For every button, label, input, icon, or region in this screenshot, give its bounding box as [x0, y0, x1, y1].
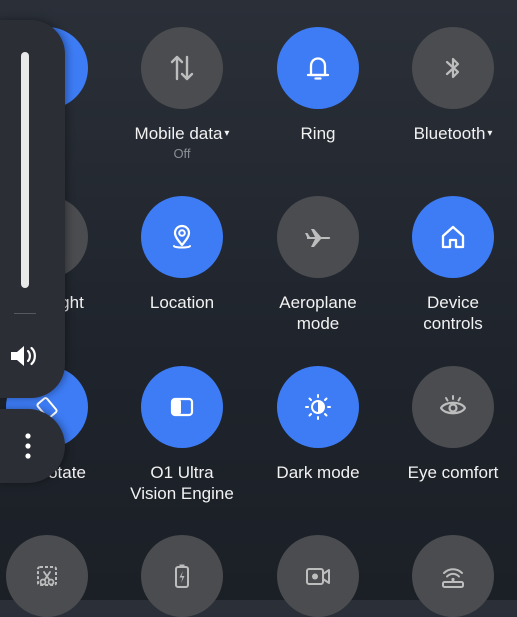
- eye-comfort-label: Eye comfort: [407, 463, 499, 482]
- tile-screen-record[interactable]: [258, 535, 378, 617]
- ring-label: Ring: [300, 124, 336, 143]
- screen-record-icon: [306, 568, 330, 585]
- vision-engine-label: O1 Ultra Vision Engine: [130, 463, 234, 503]
- tile-bluetooth[interactable]: Bluetooth ▾: [393, 27, 513, 144]
- bluetooth-icon: [445, 57, 460, 79]
- dropdown-caret-icon[interactable]: ▾: [224, 128, 229, 139]
- bluetooth-toggle[interactable]: [412, 27, 494, 109]
- device-controls-toggle[interactable]: [412, 196, 494, 278]
- tile-location[interactable]: Location: [122, 196, 242, 313]
- dark-mode-label: Dark mode: [276, 463, 360, 482]
- tile-vision-engine[interactable]: O1 Ultra Vision Engine: [122, 366, 242, 504]
- battery-saver-toggle[interactable]: [141, 535, 223, 617]
- tile-ring[interactable]: Ring: [258, 27, 378, 144]
- tile-battery-saver[interactable]: [122, 535, 242, 617]
- device-controls-label: Device controls: [423, 293, 483, 333]
- tile-eye-comfort[interactable]: Eye comfort: [393, 366, 513, 483]
- dropdown-caret-icon[interactable]: ▾: [487, 128, 492, 139]
- tile-device-controls[interactable]: Device controls: [393, 196, 513, 334]
- vision-engine-icon: [170, 397, 194, 417]
- tile-aeroplane-mode[interactable]: Aeroplane mode: [258, 196, 378, 334]
- tile-screenshot[interactable]: [0, 535, 107, 617]
- bluetooth-label: Bluetooth ▾: [413, 124, 493, 143]
- eye-icon: [439, 395, 467, 415]
- home-icon: [441, 225, 465, 249]
- location-label: Location: [149, 293, 215, 312]
- dark-mode-toggle[interactable]: [277, 366, 359, 448]
- tile-mobile-data[interactable]: Mobile data ▾ Off: [122, 27, 242, 161]
- eye-comfort-toggle[interactable]: [412, 366, 494, 448]
- wireless-hotspot-icon: [442, 568, 464, 588]
- airplane-icon: [305, 229, 331, 247]
- mobile-data-label: Mobile data ▾: [134, 124, 230, 143]
- dark-mode-icon: [305, 394, 331, 420]
- more-vertical-icon: [24, 433, 31, 459]
- tile-dark-mode[interactable]: Dark mode: [258, 366, 378, 483]
- volume-panel[interactable]: [0, 20, 65, 398]
- tile-hotspot[interactable]: [393, 535, 513, 617]
- speaker-volume-icon[interactable]: [6, 338, 42, 374]
- screen-record-toggle[interactable]: [277, 535, 359, 617]
- location-pin-icon: [173, 224, 191, 249]
- ring-toggle[interactable]: [277, 27, 359, 109]
- battery-saver-icon: [175, 564, 189, 588]
- hotspot-toggle[interactable]: [412, 535, 494, 617]
- screenshot-scissors-icon: [37, 566, 57, 586]
- volume-divider: [14, 313, 36, 314]
- mobile-data-arrows-icon: [170, 55, 194, 81]
- volume-slider[interactable]: [21, 52, 29, 288]
- mobile-data-toggle[interactable]: [141, 27, 223, 109]
- location-toggle[interactable]: [141, 196, 223, 278]
- aeroplane-label: Aeroplane mode: [279, 293, 357, 333]
- bell-icon: [306, 57, 330, 80]
- aeroplane-toggle[interactable]: [277, 196, 359, 278]
- mobile-data-status: Off: [173, 146, 191, 161]
- vision-engine-toggle[interactable]: [141, 366, 223, 448]
- screenshot-toggle[interactable]: [6, 535, 88, 617]
